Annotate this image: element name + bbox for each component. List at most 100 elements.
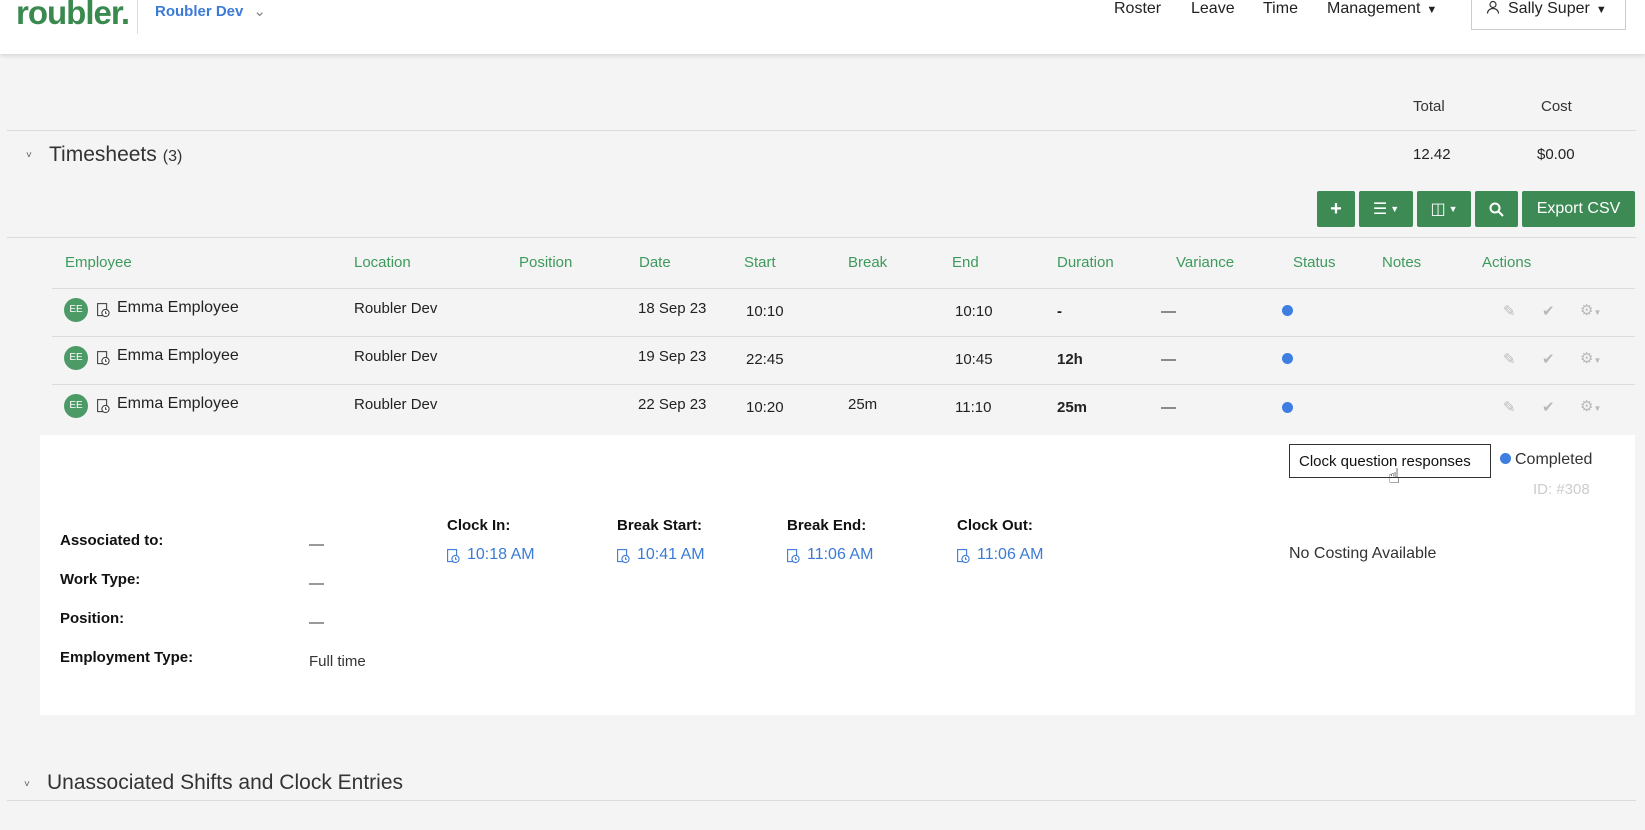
- total-header: Total: [1413, 98, 1445, 115]
- work-type-label: Work Type:: [60, 571, 141, 588]
- caret-down-icon: ▼: [1390, 204, 1400, 214]
- user-menu-button[interactable]: Sally Super ▼: [1471, 0, 1626, 30]
- break-start-time-link[interactable]: 10:41 AM: [637, 546, 705, 564]
- avatar: EE: [64, 394, 88, 418]
- list-options-button[interactable]: ☰ ▼: [1359, 191, 1413, 227]
- break-end-time-link[interactable]: 11:06 AM: [807, 546, 873, 564]
- timesheet-id: ID: #308: [1533, 481, 1590, 498]
- location-cell: Roubler Dev: [354, 300, 438, 317]
- search-icon: [1489, 202, 1504, 217]
- clock-entry-icon: [617, 549, 630, 564]
- nav-management-label: Management: [1327, 0, 1421, 17]
- column-header-start[interactable]: Start: [744, 254, 776, 271]
- clock-entry-icon: [97, 351, 110, 366]
- nav-roster[interactable]: Roster: [1114, 0, 1161, 18]
- organization-name: Roubler Dev: [155, 3, 244, 20]
- status-indicator[interactable]: [1282, 305, 1293, 316]
- associated-label: Associated to:: [60, 532, 164, 549]
- location-cell: Roubler Dev: [354, 348, 438, 365]
- column-header-employee[interactable]: Employee: [65, 254, 132, 271]
- variance-cell: —: [1161, 303, 1176, 320]
- hand-cursor-icon: ☝: [1388, 466, 1401, 488]
- cost-value: $0.00: [1537, 146, 1575, 163]
- column-header-date[interactable]: Date: [639, 254, 671, 271]
- column-header-status[interactable]: Status: [1293, 254, 1336, 271]
- break-end-label: Break End:: [787, 517, 867, 534]
- approve-icon[interactable]: ✔: [1542, 302, 1555, 320]
- nav-leave[interactable]: Leave: [1191, 0, 1235, 18]
- roubler-logo[interactable]: roubler.: [16, 0, 130, 32]
- edit-icon[interactable]: ✎: [1503, 398, 1516, 416]
- edit-icon[interactable]: ✎: [1503, 302, 1516, 320]
- status-completed-dot: [1500, 453, 1511, 464]
- table-row[interactable]: [52, 385, 1635, 433]
- status-indicator[interactable]: [1282, 402, 1293, 413]
- variance-cell: —: [1161, 351, 1176, 368]
- divider: [7, 130, 1636, 131]
- column-header-end[interactable]: End: [952, 254, 979, 271]
- nav-time[interactable]: Time: [1263, 0, 1298, 18]
- search-button[interactable]: [1475, 191, 1518, 227]
- employee-name[interactable]: Emma Employee: [117, 299, 239, 317]
- add-timesheet-button[interactable]: +: [1317, 191, 1355, 227]
- table-row[interactable]: [52, 289, 1635, 337]
- costing-status: No Costing Available: [1289, 545, 1437, 562]
- user-name: Sally Super: [1508, 0, 1590, 17]
- start-cell: 22:45: [746, 351, 784, 368]
- logo-divider: [137, 0, 138, 34]
- plus-icon: +: [1330, 197, 1342, 220]
- employee-name[interactable]: Emma Employee: [117, 347, 239, 365]
- timesheets-heading[interactable]: Timesheets (3): [49, 143, 182, 167]
- start-cell: 10:10: [746, 303, 784, 320]
- caret-down-icon: ▼: [1448, 204, 1458, 214]
- caret-down-icon: ▼: [1595, 4, 1607, 16]
- timesheets-title: Timesheets: [49, 143, 157, 166]
- organization-selector[interactable]: Roubler Dev ⌄: [155, 2, 266, 20]
- column-header-duration[interactable]: Duration: [1057, 254, 1114, 271]
- caret-down-icon: ▼: [1426, 4, 1438, 16]
- column-header-position[interactable]: Position: [519, 254, 572, 271]
- gear-icon[interactable]: ⚙▼: [1580, 349, 1601, 367]
- status-indicator[interactable]: [1282, 353, 1293, 364]
- variance-cell: —: [1161, 399, 1176, 416]
- employment-type-label: Employment Type:: [60, 649, 194, 666]
- approve-icon[interactable]: ✔: [1542, 398, 1555, 416]
- clock-entry-icon: [957, 549, 970, 564]
- start-cell: 10:20: [746, 399, 784, 416]
- column-header-location[interactable]: Location: [354, 254, 411, 271]
- columns-icon: ◫: [1430, 201, 1446, 218]
- status-completed-label: Completed: [1515, 451, 1593, 468]
- clock-in-label: Clock In:: [447, 517, 511, 534]
- divider: [7, 237, 1636, 238]
- top-navigation-bar: roubler. Roubler Dev ⌄ Roster Leave Time …: [0, 0, 1645, 54]
- collapse-toggle-icon[interactable]: ˅: [24, 779, 30, 790]
- unassociated-heading[interactable]: Unassociated Shifts and Clock Entries: [47, 771, 403, 795]
- clock-in-time-link[interactable]: 10:18 AM: [467, 546, 535, 564]
- break-start-label: Break Start:: [617, 517, 703, 534]
- column-header-notes[interactable]: Notes: [1382, 254, 1421, 271]
- avatar: EE: [64, 298, 88, 322]
- end-cell: 10:10: [955, 303, 993, 320]
- employee-name[interactable]: Emma Employee: [117, 395, 239, 413]
- export-csv-button[interactable]: Export CSV: [1522, 191, 1635, 227]
- duration-cell: 12h: [1057, 351, 1083, 368]
- employment-type-value: Full time: [309, 653, 366, 670]
- clock-entry-icon: [787, 549, 800, 564]
- cost-header: Cost: [1541, 98, 1572, 115]
- columns-button[interactable]: ◫ ▼: [1417, 191, 1471, 227]
- column-header-variance[interactable]: Variance: [1176, 254, 1234, 271]
- clock-out-label: Clock Out:: [957, 517, 1033, 534]
- gear-icon[interactable]: ⚙▼: [1580, 301, 1601, 319]
- edit-icon[interactable]: ✎: [1503, 350, 1516, 368]
- column-header-break[interactable]: Break: [848, 254, 887, 271]
- timesheets-count: (3): [162, 148, 183, 165]
- total-value: 12.42: [1413, 146, 1451, 163]
- nav-management[interactable]: Management ▼: [1327, 0, 1437, 18]
- gear-icon[interactable]: ⚙▼: [1580, 397, 1601, 415]
- approve-icon[interactable]: ✔: [1542, 350, 1555, 368]
- table-row[interactable]: [52, 337, 1635, 385]
- date-cell: 19 Sep 23: [638, 348, 707, 365]
- clock-entry-icon: [97, 303, 110, 318]
- collapse-toggle-icon[interactable]: ˅: [26, 150, 32, 161]
- clock-out-time-link[interactable]: 11:06 AM: [977, 546, 1043, 564]
